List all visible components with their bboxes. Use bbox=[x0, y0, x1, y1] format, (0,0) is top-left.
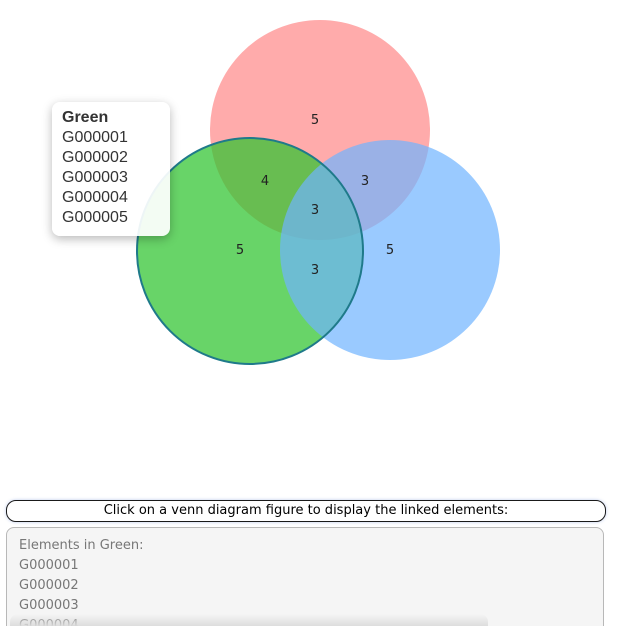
green-only-count[interactable]: 5 bbox=[236, 243, 244, 258]
elements-list-item: G000001 bbox=[19, 558, 79, 573]
tooltip-item: G000005 bbox=[62, 209, 128, 226]
red-blue-count[interactable]: 3 bbox=[361, 174, 369, 189]
tooltip-item: G000001 bbox=[62, 129, 128, 146]
red-only-count[interactable]: 5 bbox=[311, 113, 319, 128]
tooltip-title: Green bbox=[62, 109, 109, 126]
linked-elements-panel[interactable]: Elements in Green: G000001 G000002 G0000… bbox=[6, 527, 604, 626]
blue-only-count[interactable]: 5 bbox=[386, 243, 394, 258]
tooltip-item: G000002 bbox=[62, 149, 128, 166]
green-blue-count[interactable]: 3 bbox=[311, 263, 319, 278]
tooltip-item: G000004 bbox=[62, 189, 128, 206]
venn-page: 5 4 3 3 5 5 3 Green G000001 G000002 G000… bbox=[0, 0, 626, 626]
tooltip-item: G000003 bbox=[62, 169, 128, 186]
set-tooltip: Green G000001 G000002 G000003 G000004 G0… bbox=[52, 102, 170, 236]
all-three-count[interactable]: 3 bbox=[311, 203, 319, 218]
elements-list-item: G000003 bbox=[19, 598, 79, 613]
venn-diagram: 5 4 3 3 5 5 3 bbox=[136, 20, 500, 365]
elements-panel-header: Elements in Green: bbox=[19, 538, 144, 553]
elements-list-item: G000002 bbox=[19, 578, 79, 593]
instruction-bar[interactable]: Click on a venn diagram figure to displa… bbox=[6, 500, 606, 522]
elements-list-item: G000004 bbox=[19, 618, 79, 626]
red-green-count[interactable]: 4 bbox=[261, 174, 269, 189]
